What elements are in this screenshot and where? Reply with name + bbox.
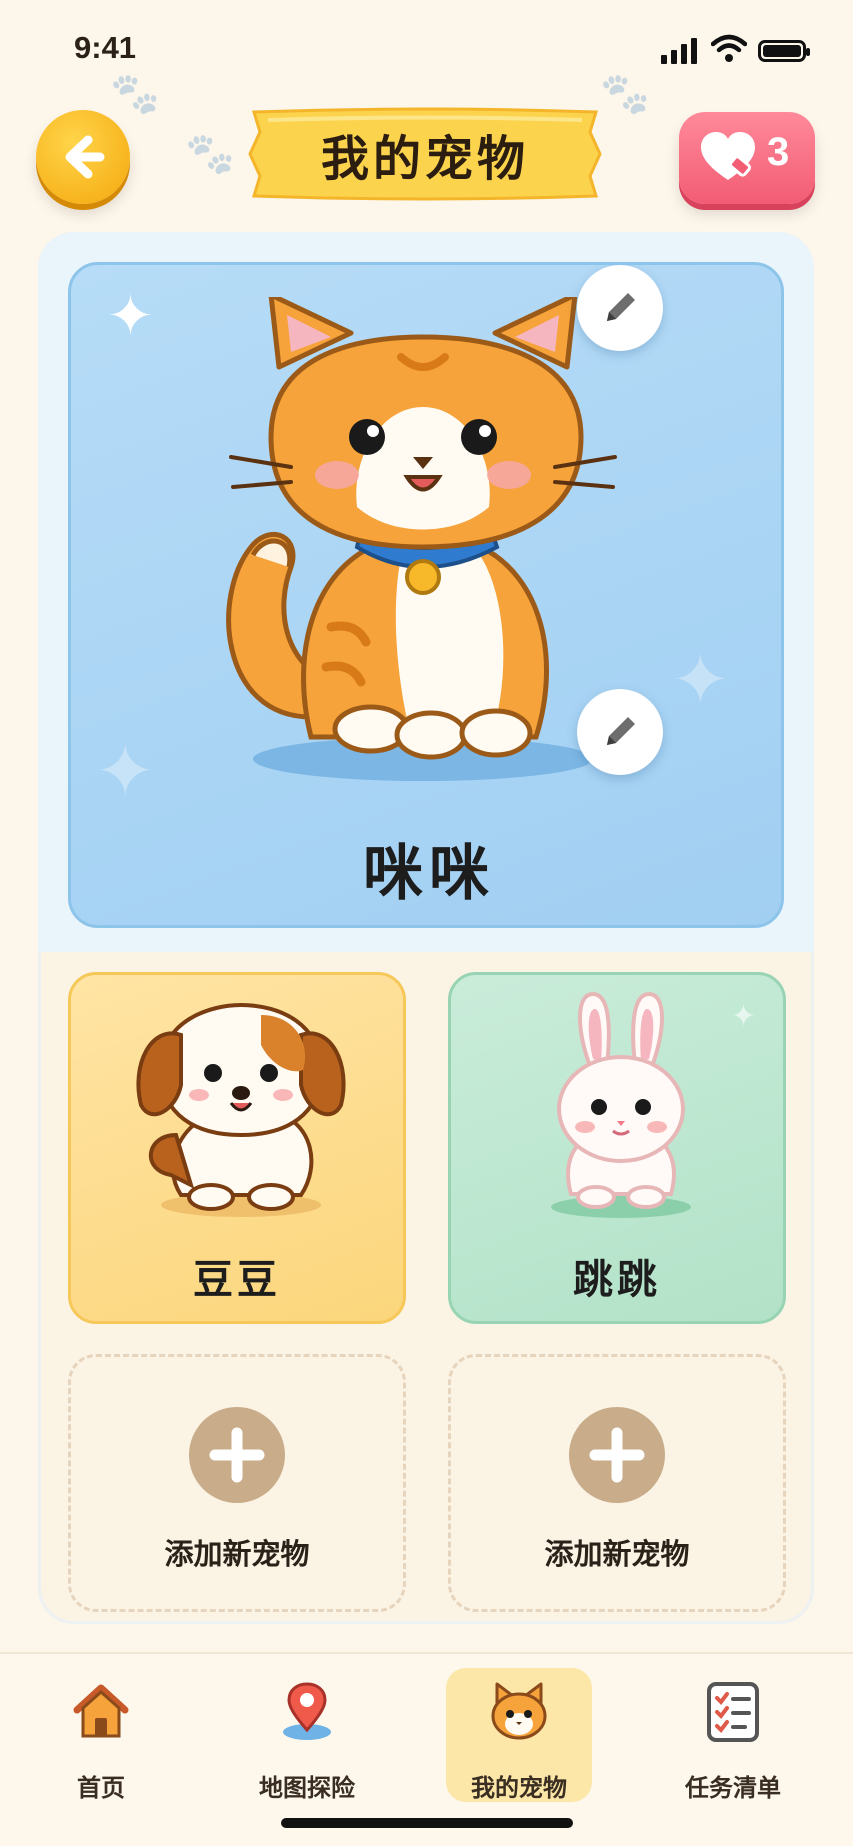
pencil-icon [607,717,635,745]
cat-face-icon [491,1682,547,1740]
hearts-button[interactable]: 3 [679,112,815,204]
title-banner: 我的宠物 [244,106,606,202]
plus-button[interactable] [569,1407,665,1503]
home-indicator[interactable] [281,1818,573,1828]
checklist-icon [707,1682,759,1742]
add-pet-slot[interactable]: 添加新宠物 [448,1354,786,1612]
pet-name: 跳跳 [573,1257,661,1303]
status-bar: 9:41 [0,0,853,100]
add-pet-label: 添加新宠物 [164,1537,310,1571]
map-pin-icon [283,1682,331,1740]
nav-item-my-pets[interactable]: 我的宠物 [446,1668,592,1802]
heart-icon [701,132,755,180]
paw-decoration-icon: 🐾 [185,131,235,177]
plus-icon [209,1427,265,1483]
pencil-icon [607,293,635,321]
back-button[interactable] [36,110,130,204]
wifi-icon [711,34,747,62]
battery-icon [758,40,810,62]
pet-card-bunny[interactable]: ✦ 跳跳 [448,972,786,1324]
sparkle-icon: ✦ [95,729,156,813]
add-pet-label: 添加新宠物 [544,1537,690,1571]
sparkle-icon: ✦ [731,999,757,1034]
bunny-illustration [551,991,691,1218]
nav-label: 地图探险 [259,1774,355,1802]
edit-photo-button[interactable] [577,265,663,351]
pet-card-dog[interactable]: 豆豆 [68,972,406,1324]
plus-button[interactable] [189,1407,285,1503]
bottom-nav: 首页 地图探险 我的宠物 任务清单 [0,1652,853,1846]
nav-item-tasks[interactable]: 任务清单 [660,1668,806,1802]
sparkle-icon: ✦ [107,284,154,349]
featured-pet-name: 咪咪 [363,839,495,909]
nav-label: 任务清单 [685,1774,781,1802]
dog-illustration [136,1002,346,1217]
nav-label: 首页 [77,1774,125,1802]
edit-name-button[interactable] [577,689,663,775]
hearts-count: 3 [767,130,790,174]
nav-item-map[interactable]: 地图探险 [234,1668,380,1802]
nav-label: 我的宠物 [471,1774,567,1802]
status-time: 9:41 [74,30,137,65]
featured-pet-card[interactable]: ✦ ✦ ✦ ✦ [68,262,784,928]
pet-name: 豆豆 [193,1257,281,1303]
page-title: 我的宠物 [320,131,529,187]
house-icon [73,1684,129,1738]
arrow-left-icon [65,135,105,179]
add-pet-slot[interactable]: 添加新宠物 [68,1354,406,1612]
nav-item-home[interactable]: 首页 [28,1668,174,1802]
plus-icon [589,1427,645,1483]
cellular-signal-icon [661,38,697,64]
